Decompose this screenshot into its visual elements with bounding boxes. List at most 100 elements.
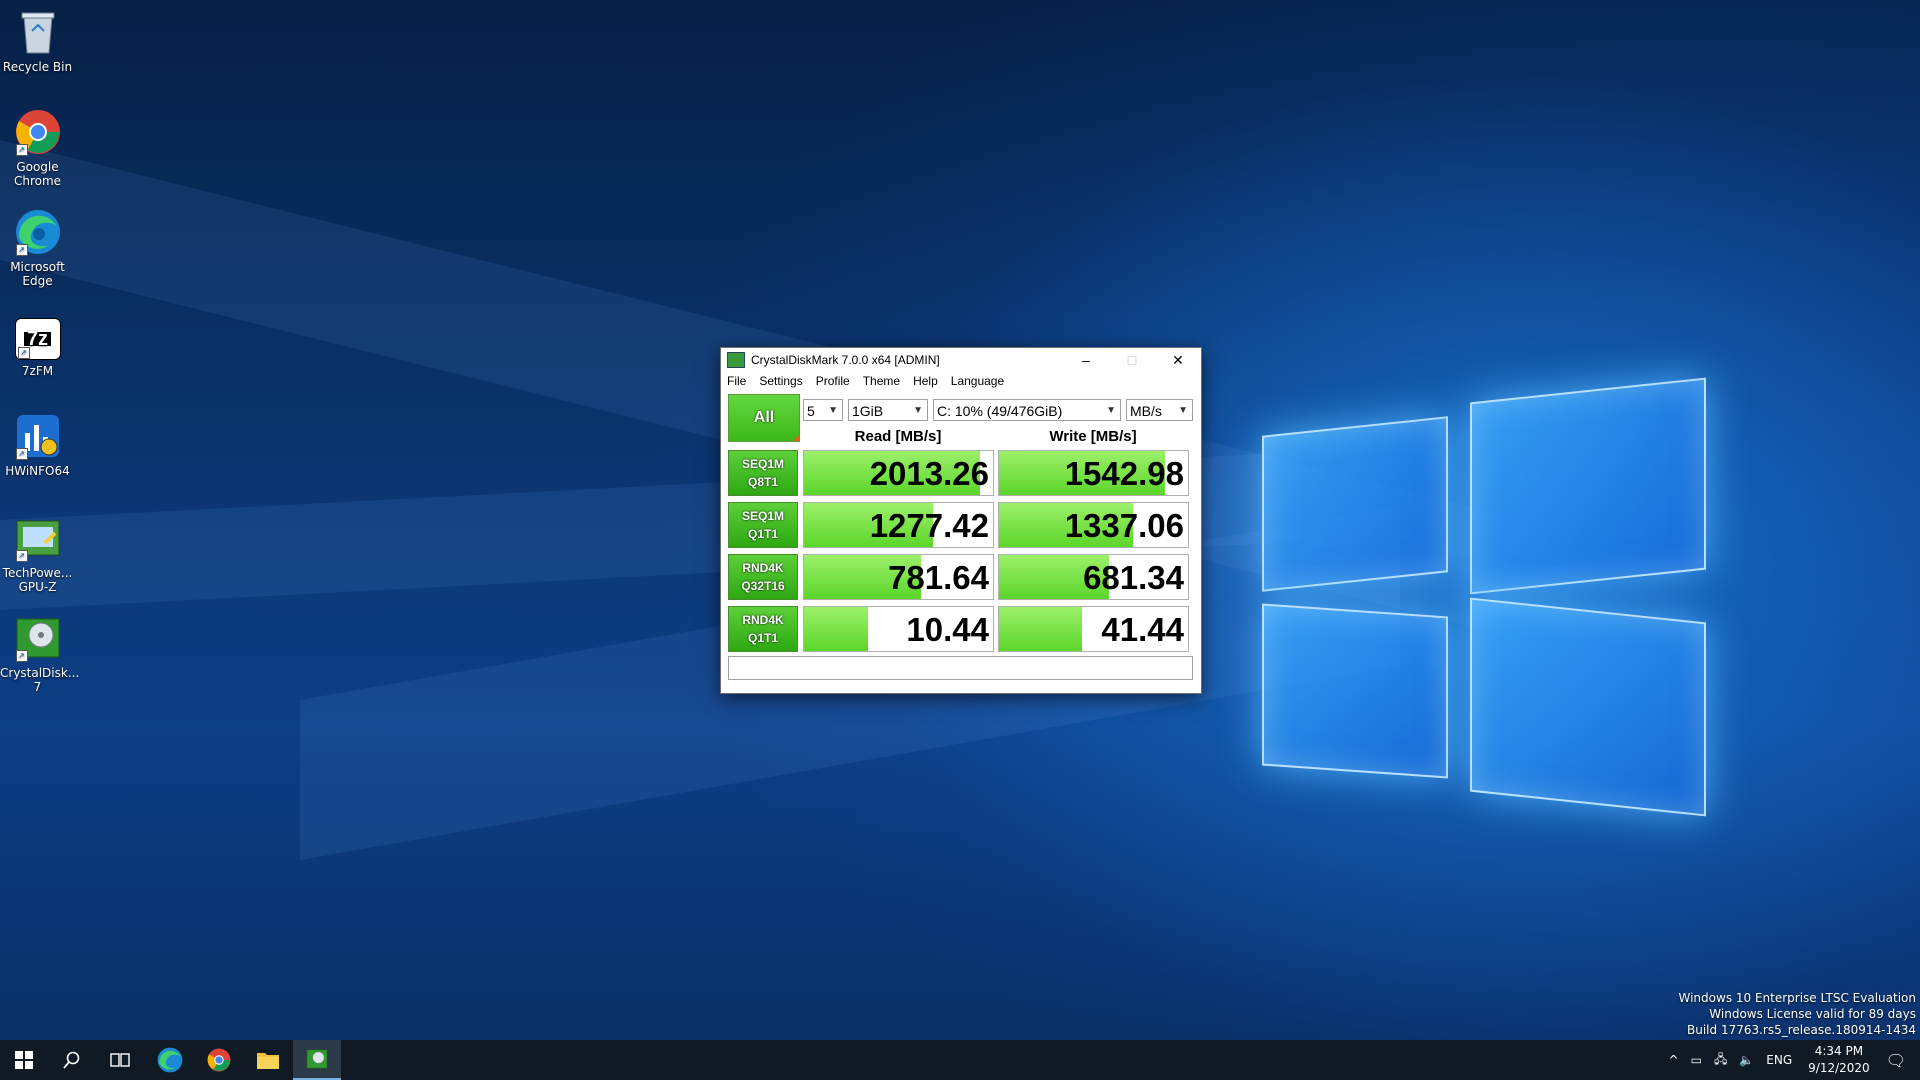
logo-pane xyxy=(1470,377,1706,595)
comment-field[interactable] xyxy=(728,656,1193,680)
windows-start-icon xyxy=(15,1051,33,1069)
battery-icon[interactable]: ▭ xyxy=(1691,1053,1702,1067)
menu-file[interactable]: File xyxy=(727,374,746,388)
windows-logo-graphic xyxy=(1262,377,1712,830)
edge-icon: ↗ xyxy=(14,208,62,256)
write-result-value: 1542.98 xyxy=(1064,455,1184,492)
drive-select[interactable]: C: 10% (49/476GiB) ▼ xyxy=(933,399,1121,421)
menu-settings[interactable]: Settings xyxy=(759,374,802,388)
maximize-button[interactable]: □ xyxy=(1109,348,1155,372)
read-result-value: 1277.42 xyxy=(869,507,989,544)
run-all-button[interactable]: All xyxy=(728,394,800,442)
menu-profile[interactable]: Profile xyxy=(816,374,850,388)
menu-help[interactable]: Help xyxy=(913,374,938,388)
test-button-seq1m-q8t1[interactable]: SEQ1M Q8T1 xyxy=(728,450,798,496)
watermark-build: Build 17763.rs5_release.180914-1434 xyxy=(1687,1023,1916,1037)
crystaldiskmark-icon xyxy=(306,1049,328,1069)
read-result-cell: 781.64 xyxy=(803,554,994,600)
result-bar xyxy=(804,607,869,651)
menu-bar: File Settings Profile Theme Help Languag… xyxy=(721,372,1201,390)
menu-theme[interactable]: Theme xyxy=(863,374,900,388)
input-language[interactable]: ENG xyxy=(1766,1053,1792,1067)
test-button-seq1m-q1t1[interactable]: SEQ1M Q1T1 xyxy=(728,502,798,548)
window-title: CrystalDiskMark 7.0.0 x64 [ADMIN] xyxy=(751,353,940,367)
drive-value: C: 10% (49/476GiB) xyxy=(937,403,1063,419)
logo-pane xyxy=(1470,597,1706,817)
taskbar-file-explorer[interactable] xyxy=(244,1040,292,1080)
close-button[interactable]: ✕ xyxy=(1155,348,1201,372)
chevron-down-icon: ▼ xyxy=(1178,405,1188,416)
minimize-button[interactable]: – xyxy=(1063,348,1109,372)
desktop-icon-label: TechPowe... GPU-Z xyxy=(2,566,73,594)
watermark-edition: Windows 10 Enterprise LTSC Evaluation xyxy=(1678,991,1917,1005)
write-result-cell: 1337.06 xyxy=(998,502,1189,548)
crystaldiskmark-icon: ↗ xyxy=(14,614,62,662)
7zip-logo-text: 7z xyxy=(23,329,52,349)
shortcut-arrow-icon: ↗ xyxy=(15,650,28,662)
task-view-icon xyxy=(110,1053,130,1067)
test-size-select[interactable]: 1GiB ▼ xyxy=(848,399,928,421)
logo-pane xyxy=(1262,416,1448,592)
show-hidden-icons-chevron-up-icon[interactable]: ^ xyxy=(1669,1053,1679,1067)
test-params: Q8T1 xyxy=(747,475,778,489)
test-button-rnd4k-q32t16[interactable]: RND4K Q32T16 xyxy=(728,554,798,600)
hwinfo-icon: ↗ xyxy=(14,412,62,460)
network-icon[interactable]: 🖧 xyxy=(1714,1050,1727,1071)
volume-icon[interactable]: 🔈 xyxy=(1739,1053,1754,1067)
read-result-value: 2013.26 xyxy=(869,455,989,492)
taskbar-chrome[interactable] xyxy=(195,1040,243,1080)
desktop-icon-crystaldiskmark[interactable]: ↗ CrystalDisk... 7 xyxy=(0,614,80,694)
shortcut-arrow-icon: ↗ xyxy=(15,550,28,562)
windows-evaluation-watermark: Windows 10 Enterprise LTSC Evaluation Wi… xyxy=(1679,990,1917,1038)
menu-language[interactable]: Language xyxy=(951,374,1004,388)
shortcut-arrow-icon: ↗ xyxy=(17,347,30,359)
write-result-cell: 1542.98 xyxy=(998,450,1189,496)
desktop-icon-label: 7zFM xyxy=(21,364,54,378)
search-icon xyxy=(63,1051,80,1069)
edge-icon xyxy=(157,1047,183,1073)
write-result-value: 681.34 xyxy=(1083,559,1184,596)
test-count-value: 5 xyxy=(807,403,815,419)
write-result-value: 41.44 xyxy=(1101,611,1184,648)
search-button[interactable] xyxy=(48,1040,96,1080)
test-params: Q32T16 xyxy=(741,579,785,593)
write-result-cell: 41.44 xyxy=(998,606,1189,652)
read-result-value: 10.44 xyxy=(906,611,989,648)
test-name: RND4K xyxy=(742,613,784,627)
desktop-icon-label: CrystalDisk... 7 xyxy=(0,666,80,694)
unit-value: MB/s xyxy=(1130,403,1162,419)
desktop-icon-7zfm[interactable]: 7z ↗ 7zFM xyxy=(0,318,75,378)
desktop-icon-microsoft-edge[interactable]: ↗ Microsoft Edge xyxy=(0,208,75,288)
write-result-cell: 681.34 xyxy=(998,554,1189,600)
test-button-rnd4k-q1t1[interactable]: RND4K Q1T1 xyxy=(728,606,798,652)
shortcut-arrow-icon: ↗ xyxy=(15,144,28,156)
test-params: Q1T1 xyxy=(747,631,778,645)
crystaldiskmark-window: CrystalDiskMark 7.0.0 x64 [ADMIN] – □ ✕ … xyxy=(720,347,1202,694)
logo-pane xyxy=(1262,603,1448,779)
taskbar: ^ ▭ 🖧 🔈 ENG 4:34 PM 9/12/2020 🗨 xyxy=(0,1040,1920,1080)
test-size-value: 1GiB xyxy=(852,403,884,419)
clock-date: 9/12/2020 xyxy=(1808,1061,1870,1075)
desktop-icon-google-chrome[interactable]: ↗ Google Chrome xyxy=(0,108,75,188)
desktop-icon-label: Recycle Bin xyxy=(2,60,73,74)
chevron-down-icon: ▼ xyxy=(828,405,838,416)
desktop-icon-gpu-z[interactable]: ↗ TechPowe... GPU-Z xyxy=(0,514,75,594)
chevron-down-icon: ▼ xyxy=(1106,405,1116,416)
desktop-icon-recycle-bin[interactable]: Recycle Bin xyxy=(0,8,75,74)
read-result-cell: 2013.26 xyxy=(803,450,994,496)
watermark-license: Windows License valid for 89 days xyxy=(1709,1007,1916,1021)
taskbar-edge[interactable] xyxy=(146,1040,194,1080)
folder-icon xyxy=(257,1053,279,1069)
desktop-icon-hwinfo64[interactable]: ↗ HWiNFO64 xyxy=(0,412,75,478)
window-titlebar[interactable]: CrystalDiskMark 7.0.0 x64 [ADMIN] – □ ✕ xyxy=(721,348,1201,372)
gpu-z-icon: ↗ xyxy=(14,514,62,562)
desktop-icon-label: Microsoft Edge xyxy=(10,260,65,288)
test-count-select[interactable]: 5 ▼ xyxy=(803,399,843,421)
taskbar-clock[interactable]: 4:34 PM 9/12/2020 xyxy=(1808,1043,1870,1077)
taskbar-crystaldiskmark[interactable] xyxy=(293,1040,341,1080)
action-center-icon[interactable]: 🗨 xyxy=(1886,1051,1906,1070)
test-name: SEQ1M xyxy=(741,457,784,471)
unit-select[interactable]: MB/s ▼ xyxy=(1126,399,1193,421)
start-button[interactable] xyxy=(0,1040,48,1080)
task-view-button[interactable] xyxy=(96,1040,144,1080)
